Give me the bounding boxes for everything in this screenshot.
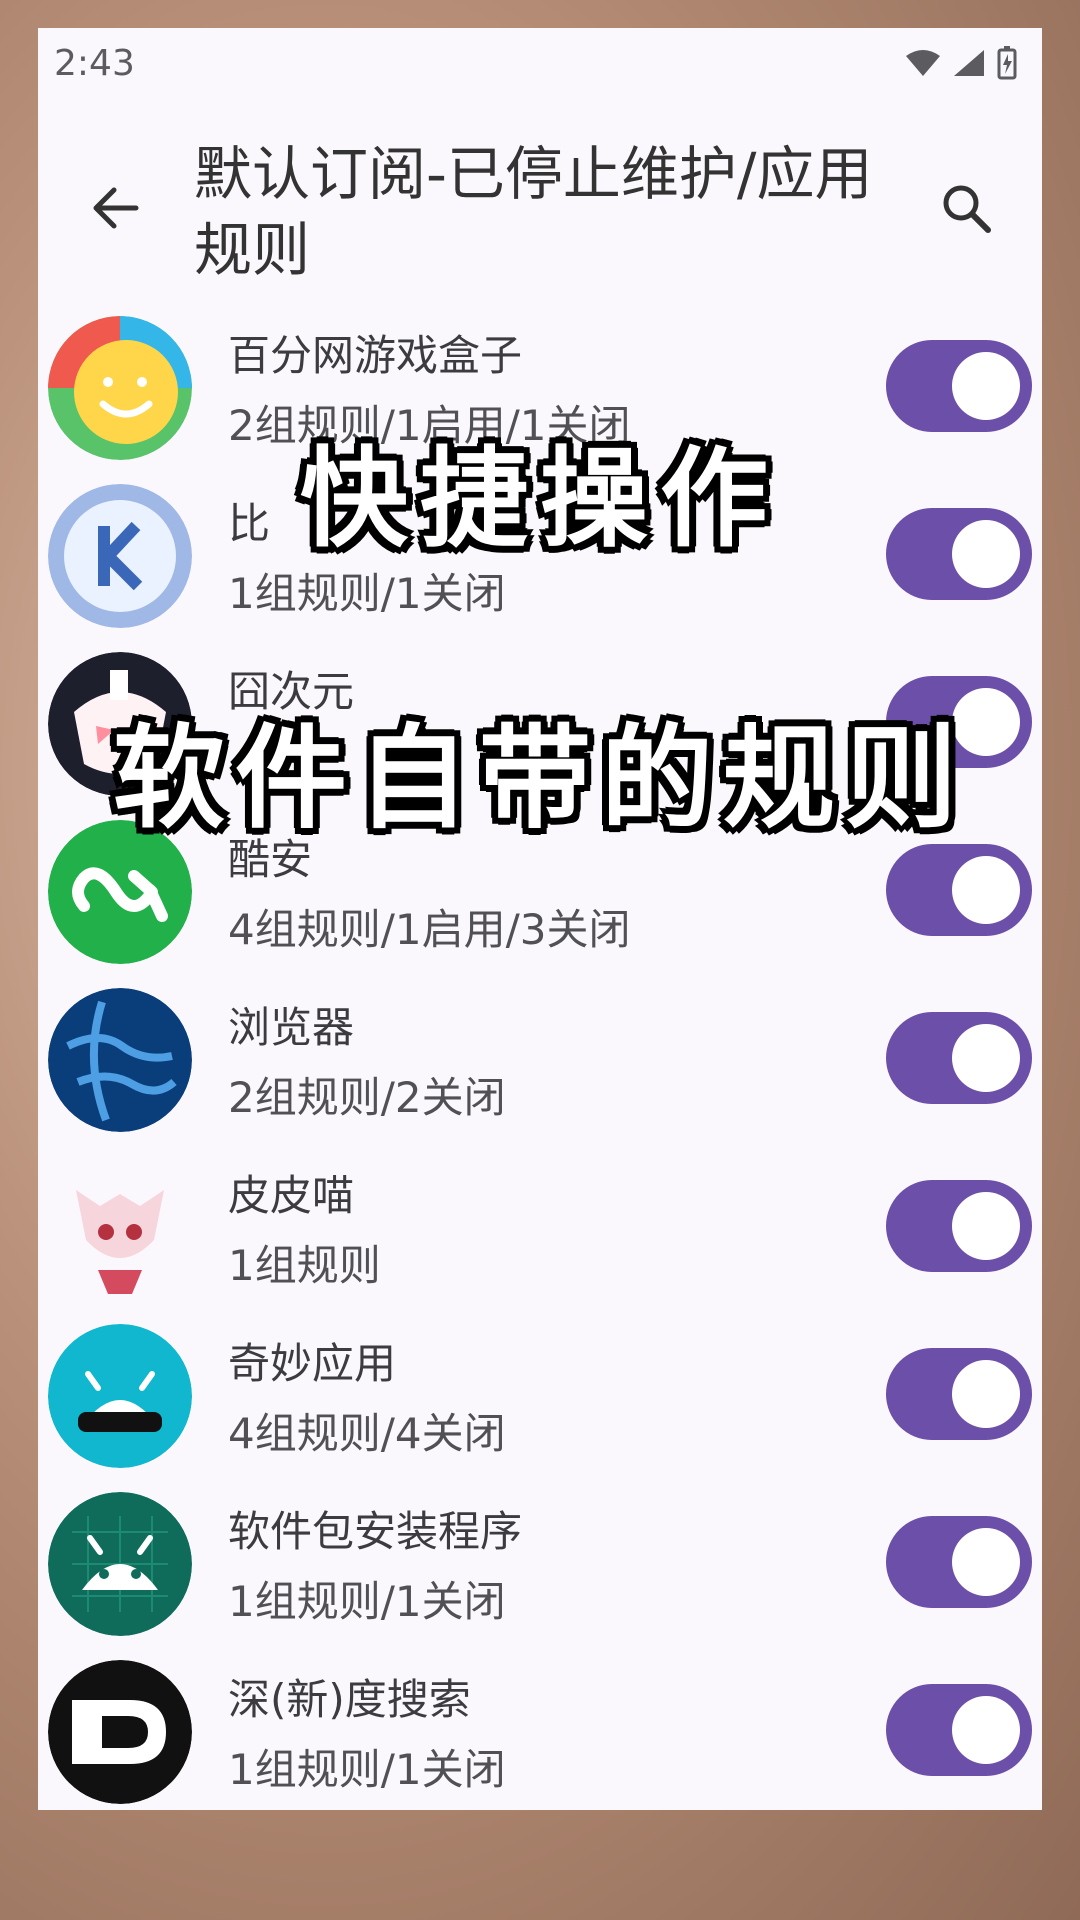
app-enable-toggle[interactable] [886, 1012, 1032, 1104]
app-rule-summary: 2组规则/2关闭 [228, 1073, 506, 1122]
anime-cat-icon [48, 1156, 192, 1300]
android-installer-icon [48, 1492, 192, 1636]
app-row[interactable]: 深(新)度搜索 1组规则/1关闭 [38, 1654, 1042, 1810]
app-rule-summary: 1组规则/1关闭 [228, 569, 506, 618]
toggle-knob [952, 1360, 1020, 1428]
app-bar: 默认订阅-已停止维护/应用规则 [38, 118, 1042, 298]
app-enable-toggle[interactable] [886, 844, 1032, 936]
app-rule-summary: 1组规则/1关闭 [228, 1745, 506, 1794]
status-time: 2:43 [54, 42, 135, 84]
app-row[interactable]: 皮皮喵 1组规则 [38, 1150, 1042, 1318]
page-title: 默认订阅-已停止维护/应用规则 [194, 140, 873, 284]
toggle-knob [952, 856, 1020, 924]
overlay-caption-2: 软件自带的规则 [113, 714, 967, 844]
overlay-caption-1: 快捷操作 [299, 437, 780, 562]
toggle-knob [952, 1192, 1020, 1260]
app-row[interactable]: 奇妙应用 4组规则/4关闭 [38, 1318, 1042, 1486]
app-row[interactable]: 浏览器 2组规则/2关闭 [38, 982, 1042, 1150]
app-rule-summary: 4组规则/1启用/3关闭 [228, 905, 631, 954]
magic-android-icon [48, 1324, 192, 1468]
toggle-knob [952, 1528, 1020, 1596]
phone-screen: 2:43 默认订阅-已停止维护/应用规则 百分网游戏盒子 2组规则/1启用/1关… [38, 28, 1042, 1810]
app-enable-toggle[interactable] [886, 1516, 1032, 1608]
globe-icon [48, 988, 192, 1132]
app-name: 百分网游戏盒子 [228, 331, 523, 380]
app-rule-summary: 4组规则/4关闭 [228, 1409, 506, 1458]
toggle-knob [952, 1696, 1020, 1764]
signal-icon [954, 50, 984, 76]
app-name: 软件包安装程序 [228, 1507, 523, 1556]
battery-icon [997, 46, 1017, 80]
wifi-icon [906, 50, 940, 76]
app-name: 浏览器 [228, 1003, 355, 1052]
app-name: 奇妙应用 [228, 1339, 397, 1388]
search-icon[interactable] [938, 180, 994, 236]
app-name: 皮皮喵 [228, 1171, 355, 1220]
app-enable-toggle[interactable] [886, 1684, 1032, 1776]
app-rule-summary: 1组规则 [228, 1241, 381, 1290]
app-rule-summary: 1组规则/1关闭 [228, 1577, 506, 1626]
app-enable-toggle[interactable] [886, 1180, 1032, 1272]
app-name: 深(新)度搜索 [228, 1675, 471, 1724]
app-row[interactable]: 软件包安装程序 1组规则/1关闭 [38, 1486, 1042, 1654]
status-icons [904, 46, 1018, 80]
toggle-knob [952, 352, 1020, 420]
back-arrow-icon[interactable] [86, 178, 146, 238]
deep-search-icon [48, 1660, 192, 1804]
status-bar: 2:43 [38, 28, 1042, 98]
app-enable-toggle[interactable] [886, 1348, 1032, 1440]
toggle-knob [952, 1024, 1020, 1092]
